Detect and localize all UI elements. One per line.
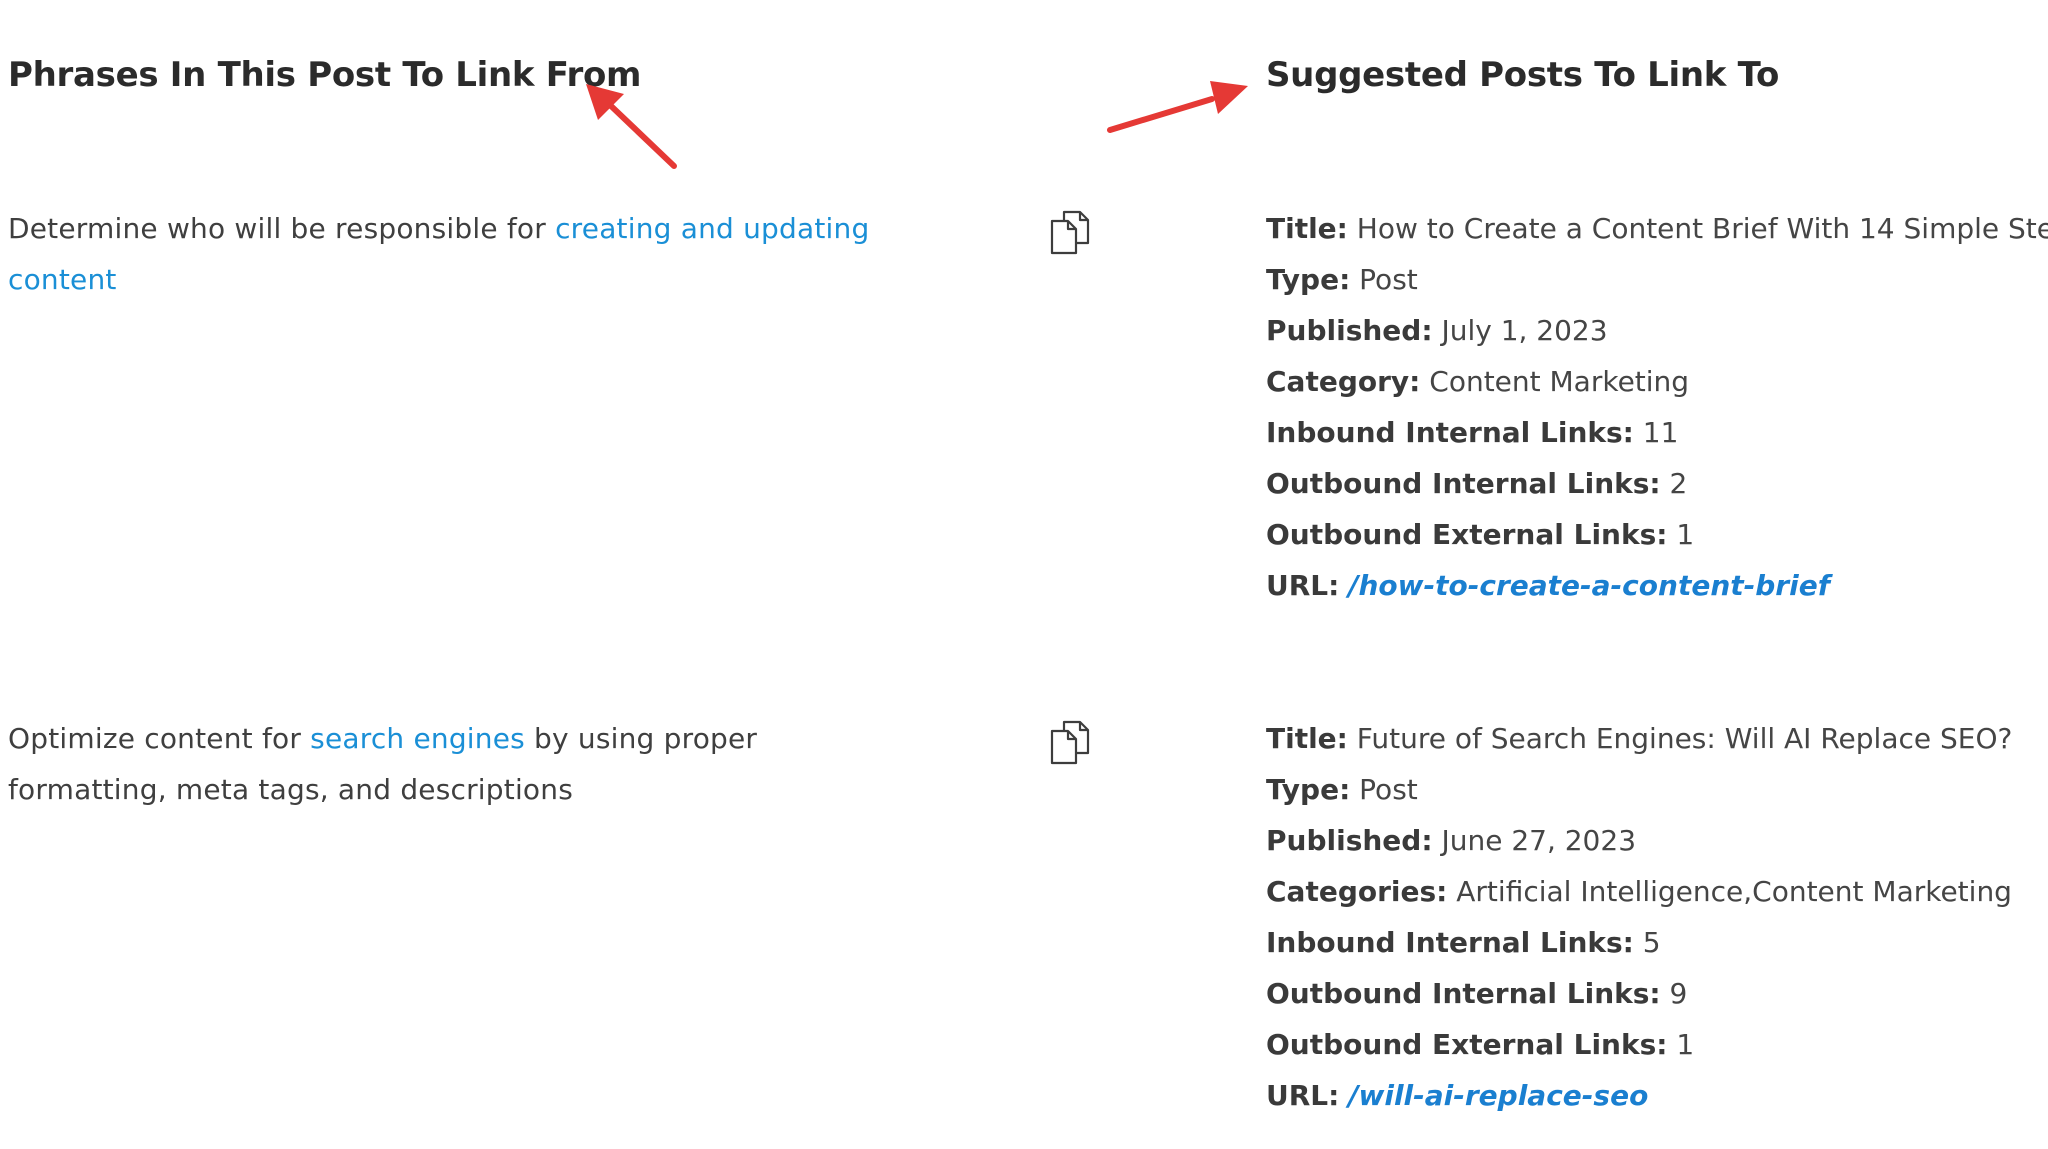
phrases-heading: Phrases In This Post To Link From bbox=[8, 55, 642, 95]
outbound-external-label: Outbound External Links: bbox=[1266, 1028, 1668, 1061]
post-outbound-internal: 2 bbox=[1669, 467, 1688, 500]
type-label: Type: bbox=[1266, 773, 1351, 806]
published-label: Published: bbox=[1266, 824, 1433, 857]
suggested-posts-heading: Suggested Posts To Link To bbox=[1266, 55, 1780, 95]
phrase-text-before: Determine who will be responsible for bbox=[8, 212, 556, 245]
outbound-internal-label: Outbound Internal Links: bbox=[1266, 467, 1661, 500]
phrase-text: Optimize content for search engines by u… bbox=[8, 713, 898, 815]
post-url-line: URL: /will-ai-replace-seo bbox=[1266, 1070, 2046, 1121]
post-outbound-external: 1 bbox=[1676, 1028, 1695, 1061]
post-title: Future of Search Engines: Will AI Replac… bbox=[1356, 722, 2013, 755]
category-label: Categories: bbox=[1266, 875, 1448, 908]
post-outbound-external-line: Outbound External Links: 1 bbox=[1266, 509, 2046, 560]
outbound-external-label: Outbound External Links: bbox=[1266, 518, 1668, 551]
post-category-line: Category: Content Marketing bbox=[1266, 356, 2046, 407]
post-category-line: Categories: Artificial Intelligence,Cont… bbox=[1266, 866, 2046, 917]
post-published: July 1, 2023 bbox=[1441, 314, 1608, 347]
post-details: Title: Future of Search Engines: Will AI… bbox=[1266, 713, 2046, 1121]
right-red-arrow-icon bbox=[1107, 81, 1248, 133]
post-outbound-external: 1 bbox=[1676, 518, 1695, 551]
phrase-text: Determine who will be responsible for cr… bbox=[8, 203, 898, 305]
phrase-anchor-link[interactable]: search engines bbox=[310, 722, 525, 755]
title-label: Title: bbox=[1266, 722, 1348, 755]
post-category: Content Marketing bbox=[1429, 365, 1690, 398]
post-type: Post bbox=[1359, 263, 1418, 296]
post-type-line: Type: Post bbox=[1266, 764, 2046, 815]
post-title: How to Create a Content Brief With 14 Si… bbox=[1356, 212, 2048, 245]
phrase-text-before: Optimize content for bbox=[8, 722, 311, 755]
post-url-link[interactable]: /will-ai-replace-seo bbox=[1348, 1079, 1648, 1112]
post-outbound-external-line: Outbound External Links: 1 bbox=[1266, 1019, 2046, 1070]
left-red-arrow-icon bbox=[586, 84, 677, 169]
post-outbound-internal-line: Outbound Internal Links: 2 bbox=[1266, 458, 2046, 509]
post-url-line: URL: /how-to-create-a-content-brief bbox=[1266, 560, 2046, 611]
copy-icon[interactable] bbox=[1044, 715, 1100, 771]
post-outbound-internal-line: Outbound Internal Links: 9 bbox=[1266, 968, 2046, 1019]
url-label: URL: bbox=[1266, 569, 1340, 602]
category-label: Category: bbox=[1266, 365, 1421, 398]
post-title-line: Title: How to Create a Content Brief Wit… bbox=[1266, 203, 2048, 254]
type-label: Type: bbox=[1266, 263, 1351, 296]
post-published-line: Published: June 27, 2023 bbox=[1266, 815, 2046, 866]
post-title-line: Title: Future of Search Engines: Will AI… bbox=[1266, 713, 2046, 764]
post-inbound: 5 bbox=[1642, 926, 1661, 959]
post-outbound-internal: 9 bbox=[1669, 977, 1688, 1010]
post-category: Artificial Intelligence,Content Marketin… bbox=[1456, 875, 2012, 908]
url-label: URL: bbox=[1266, 1079, 1340, 1112]
inbound-label: Inbound Internal Links: bbox=[1266, 416, 1634, 449]
outbound-internal-label: Outbound Internal Links: bbox=[1266, 977, 1661, 1010]
post-inbound: 11 bbox=[1642, 416, 1679, 449]
post-url-link[interactable]: /how-to-create-a-content-brief bbox=[1348, 569, 1830, 602]
published-label: Published: bbox=[1266, 314, 1433, 347]
post-details: Title: How to Create a Content Brief Wit… bbox=[1266, 203, 2048, 611]
copy-icon[interactable] bbox=[1044, 205, 1100, 261]
post-type: Post bbox=[1359, 773, 1418, 806]
post-inbound-line: Inbound Internal Links: 11 bbox=[1266, 407, 2046, 458]
post-published: June 27, 2023 bbox=[1441, 824, 1637, 857]
title-label: Title: bbox=[1266, 212, 1348, 245]
post-inbound-line: Inbound Internal Links: 5 bbox=[1266, 917, 2046, 968]
post-type-line: Type: Post bbox=[1266, 254, 2046, 305]
inbound-label: Inbound Internal Links: bbox=[1266, 926, 1634, 959]
post-published-line: Published: July 1, 2023 bbox=[1266, 305, 2046, 356]
